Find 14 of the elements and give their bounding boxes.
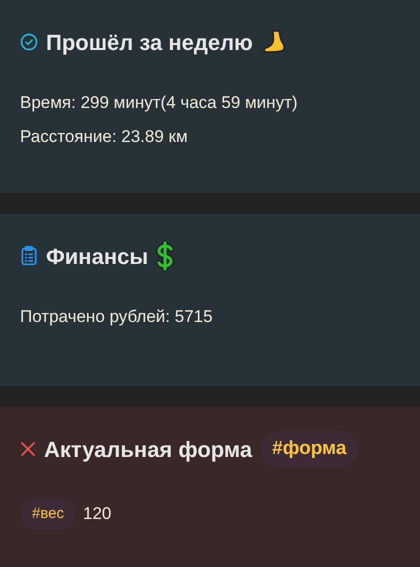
body-text: Потрачено рублей: 5715 bbox=[20, 306, 213, 328]
callout-title: Финансы bbox=[46, 242, 148, 270]
body-text: 120 bbox=[83, 503, 112, 525]
close-icon bbox=[20, 441, 36, 457]
dollar-icon bbox=[156, 241, 174, 271]
body-text: Расстояние: 23.89 км bbox=[20, 126, 188, 148]
body-text: Время: 299 минут(4 часа 59 минут) bbox=[20, 92, 298, 114]
check-circle-icon bbox=[20, 33, 38, 51]
tag[interactable]: #вес bbox=[20, 498, 76, 530]
clipboard-list-icon bbox=[20, 246, 38, 266]
tag[interactable]: #форма bbox=[260, 430, 358, 468]
callout-title: Прошёл за неделю bbox=[46, 28, 253, 57]
callout-title: Актуальная форма bbox=[44, 436, 252, 464]
foot-icon bbox=[260, 29, 287, 55]
